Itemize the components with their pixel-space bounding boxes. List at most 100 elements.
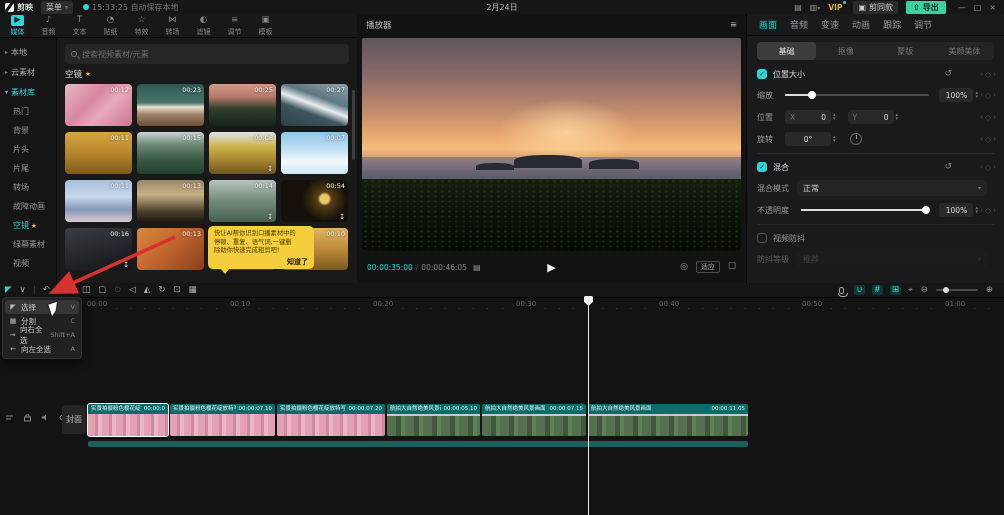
download-icon[interactable]: ↧ [267, 213, 273, 221]
scrollbar[interactable] [352, 90, 355, 160]
ribbon-tab-滤镜[interactable]: ◐滤镜 [188, 15, 219, 37]
keyframe-controls[interactable]: ‹◇› [980, 135, 996, 144]
library-thumb[interactable]: 00:15 [137, 132, 204, 174]
maximize-button[interactable]: □ [974, 3, 982, 12]
delete-button[interactable]: ▢ [98, 283, 106, 297]
preview-zoom-icon[interactable]: ◎ [680, 262, 688, 272]
checkbox-checked-icon[interactable]: ✓ [757, 162, 767, 172]
library-thumb[interactable]: 00:23 [137, 84, 204, 126]
sidebar-item-热门[interactable]: 热门 [0, 102, 56, 121]
inspector-tab-变速[interactable]: 变速 [821, 18, 839, 31]
ribbon-tab-文本[interactable]: T文本 [64, 15, 95, 37]
sidebar-group-素材库[interactable]: ▾素材库 [0, 82, 56, 102]
library-thumb[interactable]: 00:54↧ [281, 180, 348, 222]
close-button[interactable]: × [989, 3, 996, 12]
inspector-tab-音频[interactable]: 音频 [790, 18, 808, 31]
library-thumb[interactable]: 00:13 [137, 228, 204, 270]
inspector-subtab-基础[interactable]: 基础 [757, 42, 816, 60]
context-menu-item-选择[interactable]: ◤选择V [5, 300, 79, 314]
inspector-tab-画面[interactable]: 画面 [759, 18, 777, 31]
play-button[interactable]: ▶ [547, 261, 555, 274]
inspector-subtab-蒙版[interactable]: 蒙版 [876, 42, 935, 60]
split-button[interactable]: ◫ [82, 283, 90, 297]
undo-button[interactable]: ↶ [43, 283, 50, 297]
reset-icon[interactable]: ↺ [944, 69, 952, 79]
library-thumb[interactable]: 00:07 [281, 132, 348, 174]
scale-value[interactable]: 100% [939, 88, 973, 102]
inspector-tab-动画[interactable]: 动画 [852, 18, 870, 31]
sidebar-item-片头[interactable]: 片头 [0, 140, 56, 159]
redo-button[interactable]: ↷ [58, 283, 65, 297]
inspector-tab-跟踪[interactable]: 跟踪 [883, 18, 901, 31]
keyframe-controls[interactable]: ‹◇› [980, 91, 996, 100]
freeze-frame-button[interactable]: ⊙ [114, 283, 121, 297]
fullscreen-icon[interactable]: ☐ [728, 262, 736, 272]
sidebar-item-视频[interactable]: 视频 [0, 254, 56, 273]
select-tool-dropdown[interactable]: ∨ [20, 283, 26, 297]
download-icon[interactable]: ↧ [339, 213, 345, 221]
linkage-toggle[interactable]: ⊞ [890, 285, 901, 295]
inspector-tab-调节[interactable]: 调节 [914, 18, 932, 31]
collapsed-track[interactable] [88, 441, 748, 447]
stepper[interactable]: ▴▾ [833, 135, 836, 144]
sidebar-item-故障动画[interactable]: 故障动画 [0, 197, 56, 216]
timeline-zoom-slider[interactable] [936, 289, 978, 291]
menu-button[interactable]: 菜单▾ [41, 1, 73, 14]
timeline-clip[interactable]: 实景拍摄粉色樱花绽放特写00:00:07.10 [170, 404, 275, 436]
context-menu-item-向右全选[interactable]: →向右全选Shift+A [5, 328, 79, 342]
reverse-button[interactable]: ◁ [129, 283, 136, 297]
got-it-button[interactable]: 知道了 [214, 258, 308, 267]
position-y-field[interactable]: Y0 [848, 110, 894, 124]
sidebar-item-绿幕素材[interactable]: 绿幕素材 [0, 235, 56, 254]
workspace-icon[interactable]: ▥▾ [810, 3, 821, 12]
ribbon-tab-贴纸[interactable]: ◔贴纸 [95, 15, 126, 37]
sidebar-item-转场[interactable]: 转场 [0, 178, 56, 197]
ribbon-tab-媒体[interactable]: ▶媒体 [2, 15, 33, 37]
timeline-clip[interactable]: 实景拍摄粉色樱花绽放特写00:00:07.20 [277, 404, 385, 436]
sidebar-item-片尾[interactable]: 片尾 [0, 159, 56, 178]
layout-icon[interactable]: ▤ [794, 3, 802, 12]
download-icon[interactable]: ↧ [123, 261, 129, 269]
library-thumb[interactable]: 00:11 [65, 180, 132, 222]
ribbon-tab-调节[interactable]: ≡调节 [219, 15, 250, 37]
ribbon-tab-转场[interactable]: ⋈转场 [157, 15, 188, 37]
ai-voiceover-button[interactable]: ▦ [189, 283, 197, 297]
fit-select[interactable]: 适应 [696, 261, 720, 273]
export-button[interactable]: ⇧导出 [906, 1, 946, 14]
magnet-toggle[interactable]: ∪ [854, 285, 864, 295]
checkbox-checked-icon[interactable]: ✓ [757, 69, 767, 79]
mirror-button[interactable]: ◭ [144, 283, 151, 297]
video-preview[interactable] [362, 38, 741, 251]
download-icon[interactable]: ↧ [267, 165, 273, 173]
library-thumb[interactable]: 00:13 [137, 180, 204, 222]
quality-icon[interactable]: ▤ [473, 263, 481, 272]
ribbon-tab-特效[interactable]: ☆特效 [126, 15, 157, 37]
keyframe-controls[interactable]: ‹◇› [980, 113, 996, 122]
checkbox-unchecked-icon[interactable] [757, 233, 767, 243]
preview-axis-toggle[interactable]: ⌖ [908, 285, 913, 295]
ribbon-tab-音频[interactable]: ♪音频 [33, 15, 64, 37]
stepper[interactable]: ▴▾ [833, 113, 836, 122]
blend-mode-select[interactable]: 正常▾ [797, 180, 987, 196]
inspector-subtab-抠像[interactable]: 抠像 [816, 42, 875, 60]
inspector-subtab-美颜美体[interactable]: 美颜美体 [935, 42, 994, 60]
library-thumb[interactable]: 00:11 [65, 132, 132, 174]
library-thumb[interactable]: 00:25 [209, 84, 276, 126]
search-input[interactable]: 搜索视频素材/元素 [65, 44, 349, 64]
sidebar-group-本地[interactable]: ▸本地 [0, 42, 56, 62]
opacity-slider[interactable] [801, 209, 929, 211]
library-thumb[interactable]: 00:27 [281, 84, 348, 126]
timeline-ruler[interactable]: 00:0000:1000:2000:3000:4000:5001:00 [0, 298, 1004, 311]
position-x-field[interactable]: X0 [785, 110, 831, 124]
timeline-clip[interactable]: 实景拍摄粉色樱花绽放特写00:00:0 [88, 404, 168, 436]
stepper[interactable]: ▴▾ [975, 206, 978, 215]
auto-snap-toggle[interactable]: # [872, 285, 883, 295]
stepper[interactable]: ▴▾ [896, 113, 899, 122]
rotate-button[interactable]: ↻ [158, 283, 165, 297]
library-thumb[interactable]: 00:14↧ [209, 180, 276, 222]
player-menu-icon[interactable]: ≡ [730, 20, 737, 30]
scale-slider[interactable] [785, 94, 929, 96]
library-thumb[interactable]: 00:08↧ [209, 132, 276, 174]
rotate-dial[interactable] [850, 133, 862, 145]
ribbon-tab-模板[interactable]: ▣模板 [250, 15, 281, 37]
